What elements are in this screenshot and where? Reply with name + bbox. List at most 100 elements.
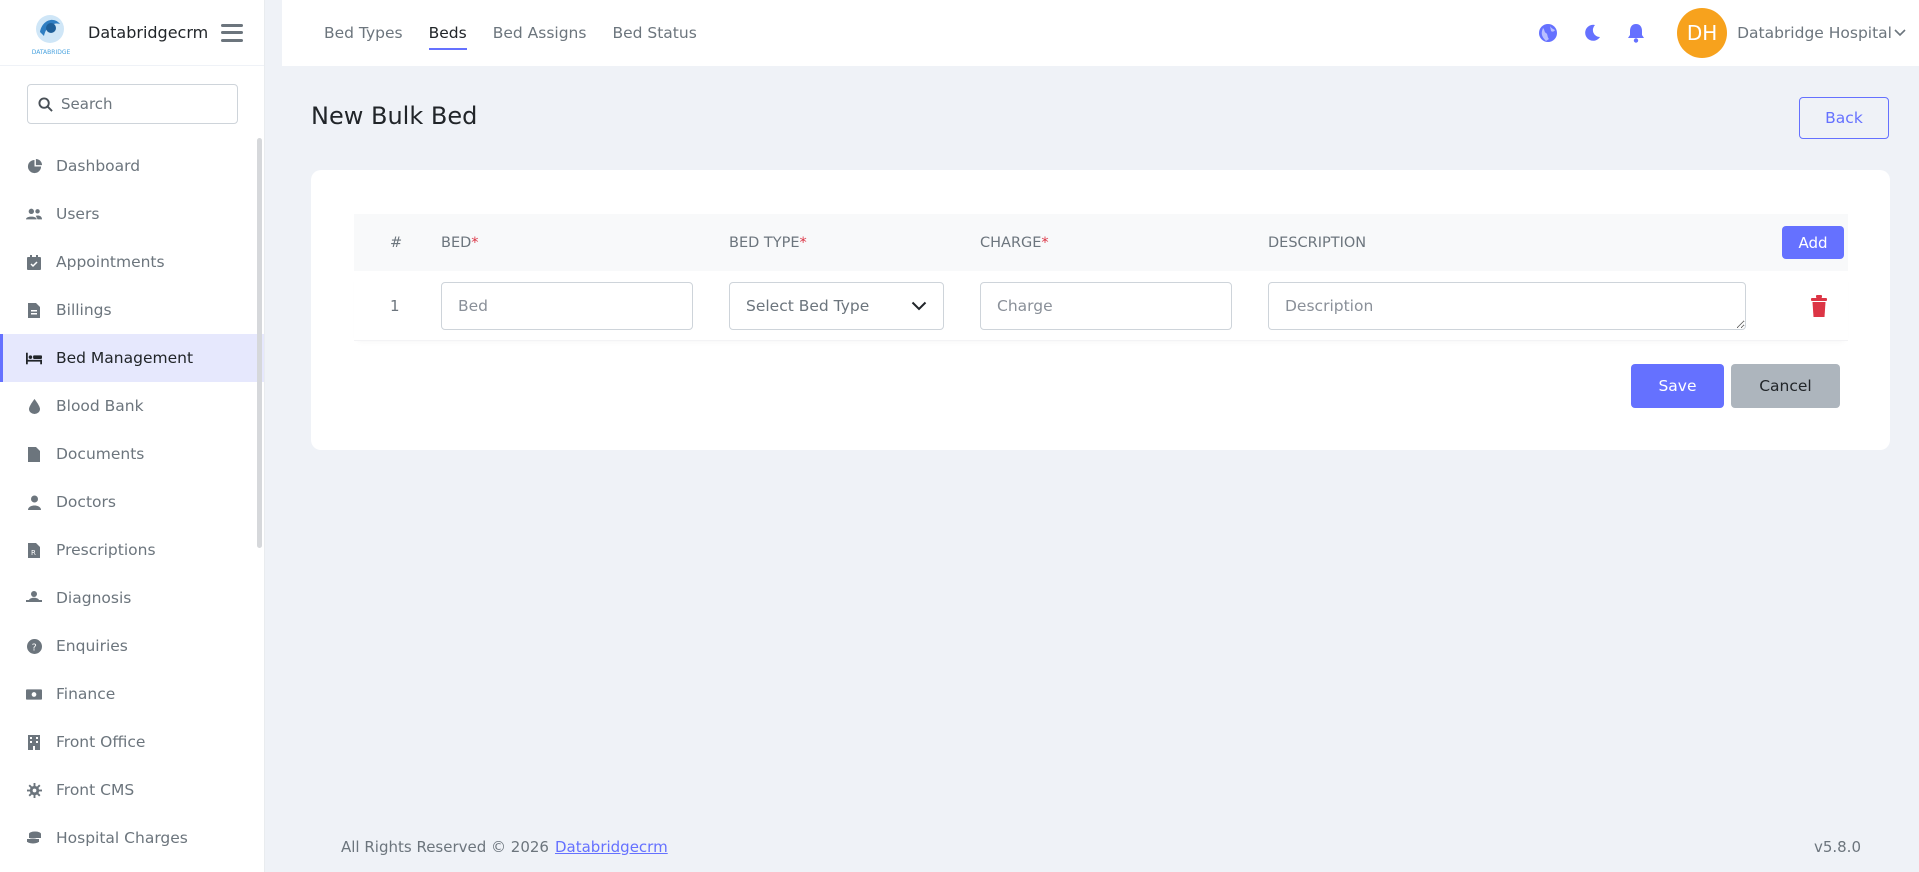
tab-bed-status[interactable]: Bed Status — [612, 0, 696, 66]
users-icon — [26, 206, 42, 222]
tab-bed-assigns[interactable]: Bed Assigns — [493, 0, 587, 66]
footer: All Rights Reserved © 2026 Databridgecrm — [341, 838, 668, 856]
tab-bed-types[interactable]: Bed Types — [324, 0, 403, 66]
moon-icon[interactable] — [1581, 22, 1603, 44]
bed-input[interactable] — [441, 282, 693, 330]
svg-text:R: R — [31, 549, 36, 557]
file-invoice-icon — [26, 302, 42, 318]
sidebar-item-prescriptions[interactable]: R Prescriptions — [0, 526, 264, 574]
brand-logo[interactable]: DATABRIDGE — [24, 10, 78, 56]
sidebar-item-label: Dashboard — [56, 157, 141, 175]
sidebar-item-dashboard[interactable]: Dashboard — [0, 142, 264, 190]
table-header: # BED * BED TYPE * CHARGE * DESCRIPTION Add — [354, 214, 1848, 271]
required-mark: * — [799, 234, 807, 251]
required-mark: * — [1041, 234, 1049, 251]
sidebar-item-label: Front Office — [56, 733, 146, 751]
sidebar-item-diagnosis[interactable]: Diagnosis — [0, 574, 264, 622]
calendar-check-icon — [26, 254, 42, 270]
sidebar-item-billings[interactable]: Billings — [0, 286, 264, 334]
blood-drop-icon — [26, 398, 42, 414]
chevron-down-icon — [911, 301, 927, 311]
sidebar-item-documents[interactable]: Documents — [0, 430, 264, 478]
sidebar-item-doctors[interactable]: Doctors — [0, 478, 264, 526]
search-box — [27, 84, 238, 124]
sidebar-item-blood-bank[interactable]: Blood Bank — [0, 382, 264, 430]
sidebar-item-label: Blood Bank — [56, 397, 144, 415]
app-version: v5.8.0 — [1813, 838, 1861, 856]
svg-text:?: ? — [31, 642, 36, 653]
bed-type-select-value: Select Bed Type — [746, 297, 870, 315]
sidebar-item-bed-management[interactable]: Bed Management — [0, 334, 264, 382]
sidebar-item-label: Hospital Charges — [56, 829, 188, 847]
gear-icon — [26, 782, 42, 798]
description-textarea[interactable] — [1268, 282, 1746, 330]
hamburger-menu-icon[interactable] — [221, 23, 244, 42]
question-circle-icon: ? — [26, 638, 42, 654]
top-right-actions: DH Databridge Hospital — [1537, 0, 1919, 66]
bed-type-select[interactable]: Select Bed Type — [729, 282, 944, 330]
charge-input[interactable] — [980, 282, 1232, 330]
sidebar-item-finance[interactable]: Finance — [0, 670, 264, 718]
brand: DATABRIDGE Databridgecrm — [0, 0, 264, 66]
add-row-button[interactable]: Add — [1782, 226, 1844, 259]
save-button[interactable]: Save — [1631, 364, 1724, 408]
money-bill-icon — [26, 686, 42, 702]
search-icon — [38, 96, 53, 112]
coins-icon — [26, 830, 42, 846]
sidebar-item-label: Front CMS — [56, 781, 135, 799]
building-icon — [26, 734, 42, 750]
globe-icon[interactable] — [1537, 22, 1559, 44]
sidebar-item-label: Finance — [56, 685, 116, 703]
prescription-icon: R — [26, 542, 42, 558]
column-header-bed-label: BED — [441, 234, 472, 251]
search-input[interactable] — [61, 95, 231, 113]
sidebar-search — [0, 66, 264, 124]
top-navbar: Bed Types Beds Bed Assigns Bed Status DH… — [282, 0, 1919, 66]
cancel-button[interactable]: Cancel — [1731, 364, 1840, 408]
sidebar-item-front-cms[interactable]: Front CMS — [0, 766, 264, 814]
bell-icon[interactable] — [1625, 22, 1647, 44]
sidebar-scrollbar[interactable] — [257, 138, 262, 548]
column-header-bed-type: BED TYPE * — [729, 214, 807, 271]
user-name[interactable]: Databridge Hospital — [1737, 24, 1892, 42]
footer-copyright: All Rights Reserved © 2026 — [341, 838, 549, 856]
back-button[interactable]: Back — [1799, 97, 1889, 139]
trash-icon[interactable] — [1809, 295, 1829, 317]
column-header-bed: BED * — [441, 214, 479, 271]
bulk-bed-table: # BED * BED TYPE * CHARGE * DESCRIPTION Add… — [354, 214, 1848, 341]
column-header-charge: CHARGE * — [980, 214, 1049, 271]
sidebar-item-label: Documents — [56, 445, 145, 463]
sidebar-item-users[interactable]: Users — [0, 190, 264, 238]
diagnosis-icon — [26, 590, 42, 606]
brand-name: Databridgecrm — [88, 23, 209, 42]
column-header-bed-type-label: BED TYPE — [729, 234, 800, 251]
file-icon — [26, 446, 42, 462]
column-header-charge-label: CHARGE — [980, 234, 1042, 251]
sidebar-item-label: Doctors — [56, 493, 116, 511]
sidebar-item-enquiries[interactable]: ? Enquiries — [0, 622, 264, 670]
pie-chart-icon — [26, 158, 42, 174]
sidebar: DATABRIDGE Databridgecrm Dashboard Users… — [0, 0, 265, 872]
column-header-description: DESCRIPTION — [1268, 234, 1367, 251]
footer-link[interactable]: Databridgecrm — [555, 838, 668, 856]
sidebar-item-label: Enquiries — [56, 637, 128, 655]
logo-text: DATABRIDGE — [32, 49, 71, 56]
sidebar-item-front-office[interactable]: Front Office — [0, 718, 264, 766]
table-row: 1 Select Bed Type — [354, 271, 1848, 341]
column-header-number: # — [390, 234, 403, 251]
doctor-icon — [26, 494, 42, 510]
sidebar-item-label: Users — [56, 205, 100, 223]
sub-nav-tabs: Bed Types Beds Bed Assigns Bed Status — [324, 0, 723, 66]
sidebar-item-hospital-charges[interactable]: Hospital Charges — [0, 814, 264, 862]
avatar[interactable]: DH — [1677, 8, 1728, 58]
chevron-down-icon[interactable] — [1894, 29, 1906, 37]
page-title: New Bulk Bed — [311, 102, 478, 130]
bed-icon — [26, 350, 42, 366]
sidebar-item-label: Billings — [56, 301, 112, 319]
row-number: 1 — [390, 297, 400, 315]
sidebar-item-appointments[interactable]: Appointments — [0, 238, 264, 286]
sidebar-item-label: Bed Management — [56, 349, 194, 367]
required-mark: * — [471, 234, 479, 251]
tab-beds[interactable]: Beds — [428, 0, 467, 66]
sidebar-menu: Dashboard Users Appointments Billings Be… — [0, 142, 264, 862]
